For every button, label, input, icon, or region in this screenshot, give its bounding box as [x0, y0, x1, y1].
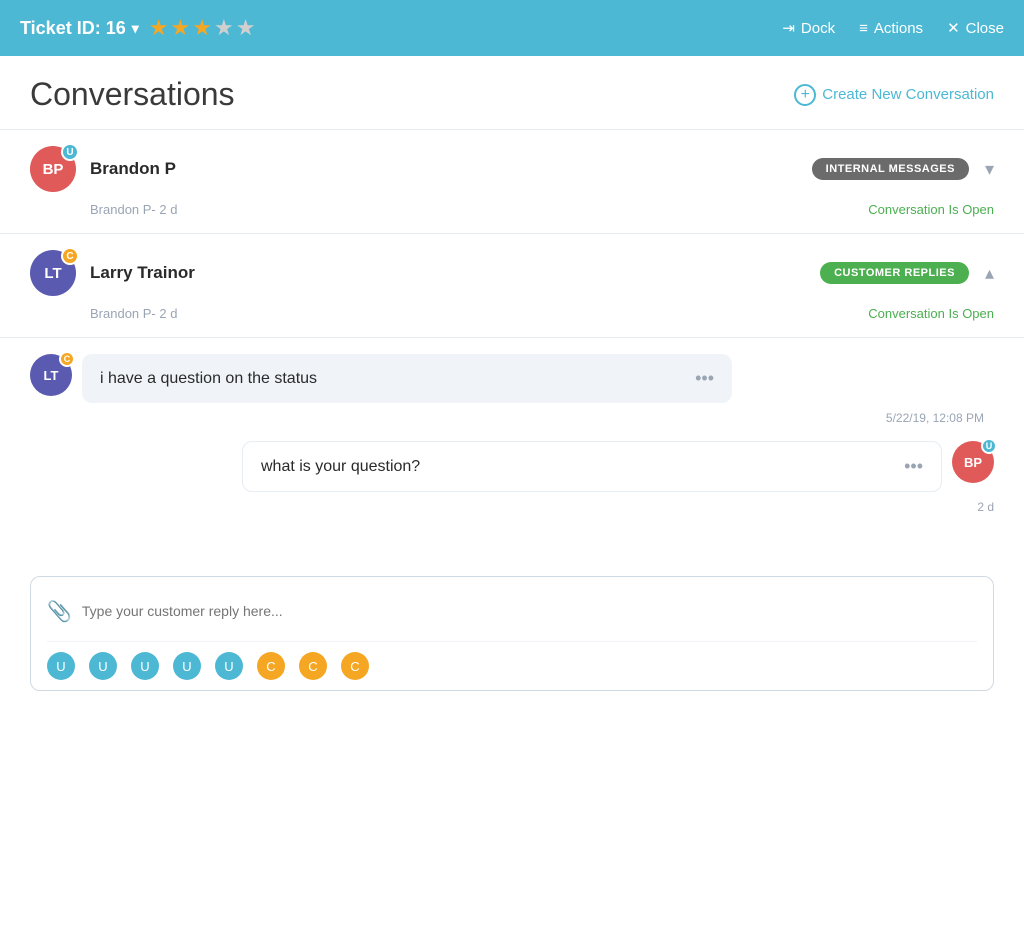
- conversations-area: BP U Brandon P INTERNAL MESSAGES ▾ Brand…: [0, 130, 1024, 927]
- conv-meta-left-1: Brandon P- 2 d: [90, 202, 177, 217]
- page-title-row: Conversations + Create New Conversation: [0, 56, 1024, 130]
- star-2[interactable]: ★: [170, 15, 190, 41]
- tag-customer-2: CUSTOMER REPLIES: [820, 262, 969, 284]
- conv-left-1: BP U Brandon P: [30, 146, 176, 192]
- avatar-initials-lt: LT: [44, 265, 61, 282]
- conversation-header-1[interactable]: BP U Brandon P INTERNAL MESSAGES ▾: [30, 146, 994, 192]
- avatar-badge-c: C: [61, 247, 79, 265]
- conv-status-2: Conversation Is Open: [868, 306, 994, 321]
- conv-status-1: Conversation Is Open: [868, 202, 994, 217]
- actions-icon: ≡: [859, 20, 868, 37]
- toolbar-icon-1[interactable]: U: [47, 652, 75, 680]
- reply-box: 📎 U U U U U C C C: [30, 576, 994, 691]
- message-options-icon-1[interactable]: •••: [695, 368, 714, 389]
- conv-meta-2: Brandon P- 2 d Conversation Is Open: [30, 306, 994, 321]
- conv-meta-left-2: Brandon P- 2 d: [90, 306, 177, 321]
- toolbar-icon-3[interactable]: U: [131, 652, 159, 680]
- message-text-1: i have a question on the status: [100, 370, 317, 388]
- dock-button[interactable]: ⇥ Dock: [782, 19, 835, 37]
- toolbar-icon-4[interactable]: U: [173, 652, 201, 680]
- msg-avatar-lt: LT C: [30, 354, 72, 396]
- toolbar-icon-2[interactable]: U: [89, 652, 117, 680]
- chevron-up-icon-2[interactable]: ▴: [985, 263, 994, 284]
- ticket-id-label: Ticket ID: 16: [20, 18, 126, 39]
- conversation-item-2: LT C Larry Trainor CUSTOMER REPLIES ▴ Br…: [0, 234, 1024, 338]
- conversation-header-2[interactable]: LT C Larry Trainor CUSTOMER REPLIES ▴: [30, 250, 994, 296]
- avatar-initials: BP: [43, 161, 64, 178]
- avatar-badge-u: U: [61, 143, 79, 161]
- close-label: Close: [966, 20, 1004, 37]
- message-right-1: what is your question? ••• BP U: [30, 441, 994, 492]
- msg-badge-u: U: [981, 438, 997, 454]
- conversation-item-1: BP U Brandon P INTERNAL MESSAGES ▾ Brand…: [0, 130, 1024, 234]
- message-timestamp-2: 2 d: [30, 500, 994, 514]
- message-bubble-right: what is your question? •••: [242, 441, 942, 492]
- message-text-2: what is your question?: [261, 458, 420, 476]
- conv-meta-1: Brandon P- 2 d Conversation Is Open: [30, 202, 994, 217]
- header-right: ⇥ Dock ≡ Actions ✕ Close: [782, 19, 1004, 37]
- star-4[interactable]: ★: [214, 15, 234, 41]
- reply-input-row: 📎: [47, 591, 977, 631]
- avatar-brandon: BP U: [30, 146, 76, 192]
- main-content: Conversations + Create New Conversation …: [0, 56, 1024, 927]
- reply-toolbar: U U U U U C C C: [47, 641, 977, 680]
- conv-left-2: LT C Larry Trainor: [30, 250, 195, 296]
- page-title: Conversations: [30, 76, 235, 113]
- star-3[interactable]: ★: [192, 15, 212, 41]
- header: Ticket ID: 16 ▾ ★ ★ ★ ★ ★ ⇥ Dock ≡ Actio…: [0, 0, 1024, 56]
- ticket-chevron-icon[interactable]: ▾: [132, 20, 139, 37]
- actions-button[interactable]: ≡ Actions: [859, 20, 923, 37]
- toolbar-icon-7[interactable]: C: [299, 652, 327, 680]
- conversation-expanded: LT C i have a question on the status •••…: [0, 338, 1024, 566]
- dock-label: Dock: [801, 20, 835, 37]
- conv-right-1: INTERNAL MESSAGES ▾: [812, 158, 994, 180]
- close-icon: ✕: [947, 19, 960, 37]
- msg-badge-c: C: [59, 351, 75, 367]
- message-options-icon-2[interactable]: •••: [904, 456, 923, 477]
- toolbar-icon-6[interactable]: C: [257, 652, 285, 680]
- reply-input[interactable]: [82, 591, 977, 631]
- header-left: Ticket ID: 16 ▾ ★ ★ ★ ★ ★: [20, 15, 255, 41]
- msg-avatar-bp: BP U: [952, 441, 994, 483]
- message-bubble-left: i have a question on the status •••: [82, 354, 732, 403]
- conv-right-2: CUSTOMER REPLIES ▴: [820, 262, 994, 284]
- tag-internal-1: INTERNAL MESSAGES: [812, 158, 969, 180]
- plus-circle-icon: +: [794, 84, 816, 106]
- star-1[interactable]: ★: [149, 15, 169, 41]
- toolbar-icon-8[interactable]: C: [341, 652, 369, 680]
- dock-icon: ⇥: [782, 19, 795, 37]
- message-thread: LT C i have a question on the status •••…: [30, 338, 994, 546]
- ticket-id[interactable]: Ticket ID: 16 ▾: [20, 18, 139, 39]
- avatar-larry: LT C: [30, 250, 76, 296]
- close-button[interactable]: ✕ Close: [947, 19, 1004, 37]
- attachment-icon[interactable]: 📎: [47, 599, 72, 624]
- toolbar-icon-5[interactable]: U: [215, 652, 243, 680]
- actions-label: Actions: [874, 20, 923, 37]
- star-5[interactable]: ★: [236, 15, 256, 41]
- message-left-1: LT C i have a question on the status •••: [30, 354, 994, 403]
- create-new-button[interactable]: + Create New Conversation: [794, 84, 994, 106]
- chevron-down-icon-1[interactable]: ▾: [985, 159, 994, 180]
- star-rating[interactable]: ★ ★ ★ ★ ★: [149, 15, 256, 41]
- conv-name-2: Larry Trainor: [90, 263, 195, 283]
- message-timestamp-1: 5/22/19, 12:08 PM: [30, 411, 994, 425]
- conv-name-1: Brandon P: [90, 159, 176, 179]
- create-new-label: Create New Conversation: [822, 86, 994, 103]
